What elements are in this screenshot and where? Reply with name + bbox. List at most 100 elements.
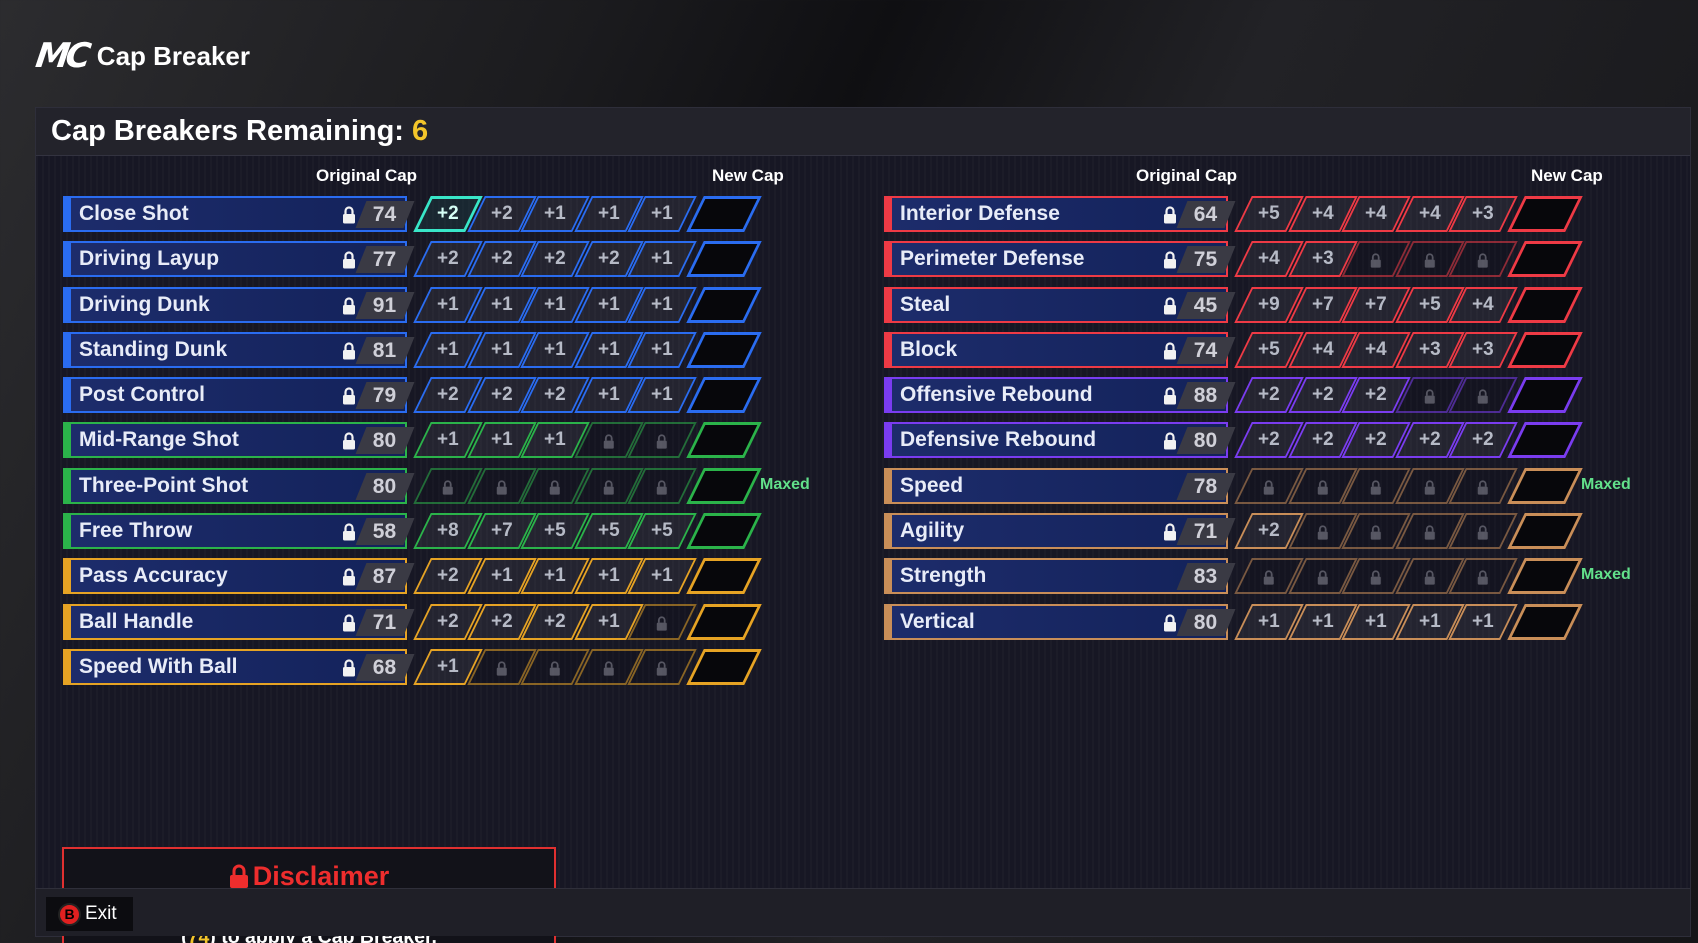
boost-value: +2 — [597, 248, 620, 270]
boost-value: +1 — [597, 338, 620, 360]
new-cap-slot — [686, 241, 762, 278]
exit-button[interactable]: B Exit — [46, 897, 133, 931]
attribute-name: Defensive Rebound — [900, 428, 1097, 452]
attribute-name-box[interactable]: Driving Layup 77 — [63, 241, 415, 278]
new-cap-slot — [1507, 377, 1583, 414]
header: MC Cap Breaker — [33, 36, 250, 76]
lock-icon — [342, 614, 356, 632]
boost-value: +1 — [1365, 610, 1387, 632]
boost-value: +1 — [544, 293, 566, 315]
maxed-label: Maxed — [1581, 566, 1631, 584]
lock-icon — [342, 432, 356, 450]
boost-value: +1 — [1418, 610, 1441, 632]
boost-value: +4 — [1418, 203, 1441, 224]
cap-breaker-panel: Cap Breakers Remaining: 6 Original Cap N… — [35, 107, 1691, 943]
attribute-name: Offensive Rebound — [900, 383, 1093, 407]
original-cap-number: 83 — [1194, 564, 1218, 588]
new-cap-slot — [686, 331, 762, 368]
original-cap-value: 74 — [1176, 336, 1236, 364]
new-cap-slot — [686, 558, 762, 595]
boost-value: +3 — [1472, 203, 1494, 224]
boost-value: +1 — [1311, 610, 1334, 632]
attribute-name: Driving Dunk — [79, 292, 210, 316]
attribute-name-box[interactable]: Pass Accuracy 87 — [63, 558, 415, 595]
boost-value: +1 — [1258, 610, 1280, 632]
attribute-name-box[interactable]: Speed With Ball 68 — [63, 648, 415, 685]
attribute-name-box[interactable]: Vertical 80 — [884, 603, 1236, 640]
boost-value: +1 — [651, 338, 673, 360]
attribute-name-box[interactable]: Steal 45 — [884, 286, 1236, 323]
attribute-name-box[interactable]: Ball Handle 71 — [63, 603, 415, 640]
boost-value: +1 — [437, 655, 459, 677]
lock-icon — [1424, 524, 1436, 540]
attribute-name-box[interactable]: Offensive Rebound 88 — [884, 377, 1236, 414]
attribute-name-box[interactable]: Perimeter Defense 75 — [884, 241, 1236, 278]
attribute-name-box[interactable]: Standing Dunk 81 — [63, 331, 415, 368]
boost-value: +5 — [651, 520, 673, 542]
lock-icon — [342, 297, 356, 315]
attribute-name: Standing Dunk — [79, 337, 228, 361]
lock-icon — [1163, 614, 1177, 632]
boost-value: +1 — [544, 338, 566, 360]
lock-icon — [342, 523, 356, 541]
original-cap-value: 81 — [355, 336, 415, 364]
boost-value: +3 — [1472, 338, 1494, 360]
boost-value: +7 — [1365, 293, 1387, 315]
new-cap-slot — [1507, 331, 1583, 368]
boost-value: +1 — [490, 293, 513, 315]
attribute-name: Ball Handle — [79, 609, 194, 633]
attribute-name-box[interactable]: Driving Dunk 91 — [63, 286, 415, 323]
lock-icon — [1424, 478, 1436, 494]
new-cap-slot — [1507, 558, 1583, 595]
attribute-name-box[interactable]: Strength 83 — [884, 558, 1236, 595]
attribute-name-box[interactable]: Defensive Rebound 80 — [884, 422, 1236, 459]
lock-icon — [1370, 478, 1382, 494]
attribute-name: Pass Accuracy — [79, 564, 228, 588]
lock-icon — [1163, 432, 1177, 450]
attribute-name-box[interactable]: Free Throw 58 — [63, 513, 415, 550]
boost-value: +2 — [1258, 429, 1280, 451]
new-cap-slot — [1507, 467, 1583, 504]
boost-value: +2 — [1311, 384, 1334, 406]
lock-icon — [1163, 523, 1177, 541]
lock-icon — [342, 387, 356, 405]
lock-icon — [1370, 569, 1382, 585]
boost-value: +1 — [597, 610, 620, 632]
new-cap-slot — [686, 422, 762, 459]
attribute-name-box[interactable]: Interior Defense 64 — [884, 196, 1236, 232]
original-cap-value: 58 — [355, 518, 415, 546]
boost-value: +2 — [490, 610, 513, 632]
lock-icon — [1317, 478, 1329, 494]
attribute-name-box[interactable]: Agility 71 — [884, 513, 1236, 550]
lock-icon — [1370, 524, 1382, 540]
original-cap-number: 91 — [373, 293, 397, 317]
boost-value: +1 — [651, 203, 673, 224]
attribute-name: Mid-Range Shot — [79, 428, 239, 452]
boost-value: +2 — [437, 248, 459, 270]
attribute-name-box[interactable]: Block 74 — [884, 331, 1236, 368]
boost-value: +1 — [597, 293, 620, 315]
original-cap-number: 77 — [373, 247, 397, 271]
mc-logo: MC — [33, 36, 90, 76]
original-cap-value: 45 — [1176, 291, 1236, 319]
boost-value: +1 — [437, 293, 459, 315]
original-cap-number: 74 — [373, 202, 397, 226]
boost-value: +2 — [1311, 429, 1334, 451]
lock-icon — [656, 614, 668, 630]
boost-value: +5 — [1258, 338, 1280, 360]
boost-value: +2 — [544, 610, 566, 632]
boost-value: +1 — [544, 565, 566, 587]
attribute-name-box[interactable]: Close Shot 74 — [63, 196, 415, 232]
new-cap-slot — [686, 286, 762, 323]
attribute-name-box[interactable]: Speed 78 — [884, 467, 1236, 504]
original-cap-value: 83 — [1176, 563, 1236, 591]
original-cap-number: 58 — [373, 519, 397, 543]
boost-value: +1 — [544, 203, 566, 224]
lock-icon — [1317, 569, 1329, 585]
attribute-name-box[interactable]: Post Control 79 — [63, 377, 415, 414]
boost-value: +4 — [1365, 338, 1387, 360]
attribute-name-box[interactable]: Mid-Range Shot 80 — [63, 422, 415, 459]
boost-value: +4 — [1472, 293, 1494, 315]
boost-value: +5 — [544, 520, 566, 542]
attribute-name-box[interactable]: Three-Point Shot 80 — [63, 467, 415, 504]
